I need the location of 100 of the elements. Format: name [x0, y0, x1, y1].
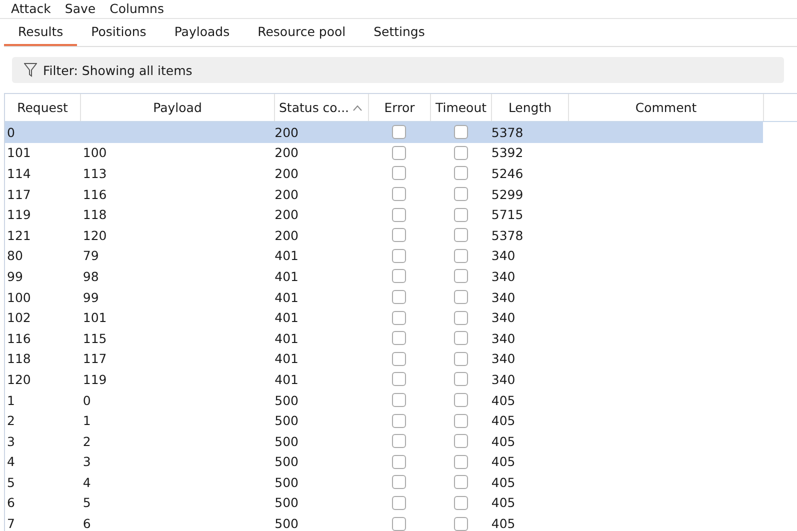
- table-cell-text: 401: [274, 288, 300, 307]
- table-cell-text: 200: [274, 144, 300, 162]
- table-cell-text: 340: [491, 309, 516, 328]
- table-cell-text: 5: [6, 474, 16, 492]
- table-row[interactable]: 102 101 401 340: [5, 307, 763, 328]
- table-cell-text: 101: [6, 144, 32, 162]
- table-row[interactable]: 99 98 401 340: [5, 266, 763, 287]
- table-cell-text: 116: [82, 186, 108, 204]
- table-row[interactable]: 100 99 401 340: [5, 286, 763, 308]
- table-row[interactable]: 121 120 200 5378: [5, 224, 763, 246]
- table-row[interactable]: 0 200 5378: [5, 122, 763, 143]
- table-cell-text: 6: [6, 494, 16, 512]
- table-row[interactable]: 4 3 500 405: [5, 452, 763, 472]
- table-cell-text: 5299: [491, 186, 524, 204]
- table-cell-text: 405: [491, 432, 516, 451]
- table-cell-text: 405: [491, 392, 516, 410]
- table-cell-text: 1: [6, 392, 16, 410]
- table-cell-text: 405: [491, 453, 516, 472]
- table-cell-text: 113: [82, 164, 108, 183]
- tab[interactable]: Results: [4, 21, 78, 46]
- table-cell-text: 100: [82, 144, 108, 162]
- table-cell-text: 100: [6, 288, 32, 307]
- table-cell-text: 401: [274, 309, 300, 328]
- column-header[interactable]: Request: [5, 94, 81, 121]
- tab[interactable]: Payloads: [160, 21, 244, 46]
- table-cell-text: 405: [491, 494, 516, 512]
- table-cell-text: 4: [6, 453, 16, 472]
- table-cell-text: 340: [491, 370, 516, 389]
- menu-item[interactable]: Columns: [102, 1, 171, 17]
- column-header[interactable]: Length: [492, 94, 569, 121]
- table-cell-text: 4: [82, 474, 92, 492]
- table-cell-text: 500: [274, 494, 300, 512]
- table-row[interactable]: 117 116 200 5299: [5, 184, 763, 204]
- column-header[interactable]: Payload: [81, 94, 275, 121]
- filter-bar[interactable]: Filter: Showing all items: [12, 57, 784, 83]
- table-cell-text: 80: [6, 247, 24, 266]
- table-row[interactable]: 116 115 401 340: [5, 328, 763, 349]
- table-row[interactable]: 3 2 500 405: [5, 430, 763, 452]
- table-cell-text: 116: [6, 330, 32, 348]
- table-row[interactable]: 101 100 200 5392: [5, 142, 763, 164]
- tab[interactable]: Positions: [77, 21, 160, 46]
- column-header[interactable]: Comment: [569, 94, 764, 121]
- tab[interactable]: Settings: [360, 21, 439, 46]
- table-row[interactable]: 1 0 500 405: [5, 390, 763, 410]
- table-cell-text: 500: [274, 515, 300, 531]
- table-cell-text: 118: [82, 206, 108, 224]
- table-cell-text: 401: [274, 370, 300, 389]
- table-cell-text: 340: [491, 288, 516, 307]
- table-cell-text: 101: [82, 309, 108, 328]
- table-cell-text: 405: [491, 515, 516, 531]
- table-cell-text: 6: [82, 515, 92, 531]
- table-cell-text: 115: [82, 330, 108, 348]
- table-cell-text: 99: [6, 268, 24, 286]
- table-cell-text: 401: [274, 350, 300, 368]
- table-cell-text: 340: [491, 350, 516, 368]
- table-cell-text: 3: [82, 453, 92, 472]
- table-row[interactable]: 5 4 500 405: [5, 472, 763, 493]
- table-cell-text: 114: [6, 164, 32, 183]
- table-cell-text: 117: [6, 186, 32, 204]
- table-cell-text: 98: [82, 268, 100, 286]
- table-cell-text: 99: [82, 288, 100, 307]
- table-cell-text: 5715: [491, 206, 524, 224]
- table-cell-text: 3: [6, 432, 16, 451]
- table-cell-text: 7: [6, 515, 16, 531]
- table-cell-text: 200: [274, 124, 300, 142]
- table-cell-text: 340: [491, 330, 516, 348]
- table-row[interactable]: 119 118 200 5715: [5, 204, 763, 225]
- table-cell-text: 5378: [491, 226, 524, 245]
- table-cell-text: 120: [82, 226, 108, 245]
- table-cell-text: 200: [274, 186, 300, 204]
- table-row[interactable]: 80 79 401 340: [5, 246, 763, 266]
- table-cell-text: 0: [82, 392, 92, 410]
- table-row[interactable]: 118 117 401 340: [5, 348, 763, 370]
- table-row[interactable]: 120 119 401 340: [5, 369, 763, 390]
- table-cell-text: 120: [6, 370, 32, 389]
- table-cell-text: 79: [82, 247, 100, 266]
- table-row[interactable]: 2 1 500 405: [5, 410, 763, 431]
- table-cell-text: 102: [6, 309, 32, 328]
- table-cell-text: 117: [82, 350, 108, 368]
- table-row[interactable]: 6 5 500 405: [5, 492, 763, 514]
- column-header[interactable]: Status co...: [275, 94, 369, 121]
- table-row[interactable]: 114 113 200 5246: [5, 163, 763, 184]
- table-cell-text: 500: [274, 474, 300, 492]
- table-cell-text: 5378: [491, 124, 524, 142]
- table-cell-text: 500: [274, 392, 300, 410]
- table-cell-text: 5246: [491, 164, 524, 183]
- table-cell-text: 401: [274, 247, 300, 266]
- menu-item[interactable]: Save: [58, 1, 103, 17]
- table-cell-text: 405: [491, 474, 516, 492]
- table-cell-text: 0: [6, 124, 16, 142]
- column-header[interactable]: Error: [369, 94, 431, 121]
- column-header[interactable]: Timeout: [431, 94, 492, 121]
- tab[interactable]: Resource pool: [244, 21, 360, 46]
- table-cell-text: 119: [82, 370, 108, 389]
- table-cell-text: 200: [274, 164, 300, 183]
- menu-item[interactable]: Attack: [4, 1, 58, 17]
- table-row[interactable]: 7 6 500 405: [5, 513, 763, 531]
- filter-icon: [24, 63, 37, 77]
- table-cell-text: 500: [274, 453, 300, 472]
- table-cell-text: 119: [6, 206, 32, 224]
